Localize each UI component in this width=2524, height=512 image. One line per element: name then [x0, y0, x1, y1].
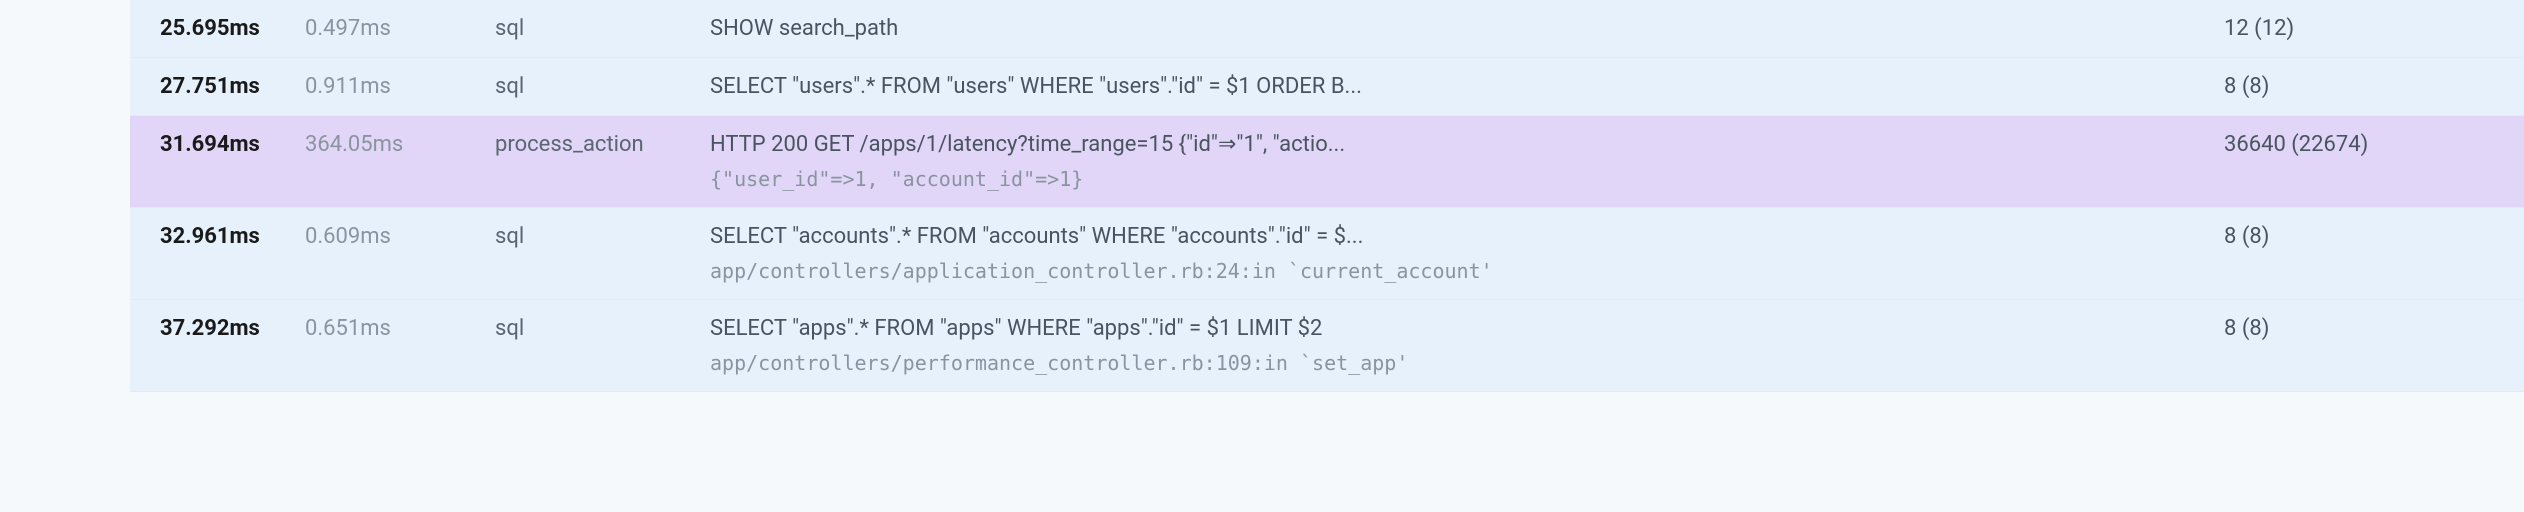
- duration: 364.05ms: [305, 132, 495, 157]
- start-time: 31.694ms: [130, 132, 305, 157]
- count: 8 (8): [2224, 316, 2524, 341]
- count: 8 (8): [2224, 74, 2524, 99]
- desc-primary: SELECT "accounts".* FROM "accounts" WHER…: [710, 224, 2204, 249]
- desc-secondary: app/controllers/performance_controller.r…: [710, 351, 2204, 375]
- desc-primary: SHOW search_path: [710, 16, 2204, 41]
- start-time: 37.292ms: [130, 316, 305, 341]
- count: 8 (8): [2224, 224, 2524, 249]
- category: sql: [495, 16, 710, 41]
- description: SELECT "accounts".* FROM "accounts" WHER…: [710, 224, 2224, 283]
- duration: 0.497ms: [305, 16, 495, 41]
- desc-primary: SELECT "apps".* FROM "apps" WHERE "apps"…: [710, 316, 2204, 341]
- start-time: 32.961ms: [130, 224, 305, 249]
- category: sql: [495, 74, 710, 99]
- duration: 0.911ms: [305, 74, 495, 99]
- desc-secondary: app/controllers/application_controller.r…: [710, 259, 2204, 283]
- count: 36640 (22674): [2224, 132, 2524, 157]
- table-row[interactable]: 25.695ms 0.497ms sql SHOW search_path 12…: [130, 0, 2524, 58]
- trace-table: 25.695ms 0.497ms sql SHOW search_path 12…: [130, 0, 2524, 392]
- start-time: 27.751ms: [130, 74, 305, 99]
- table-row[interactable]: 27.751ms 0.911ms sql SELECT "users".* FR…: [130, 58, 2524, 116]
- category: sql: [495, 316, 710, 341]
- description: HTTP 200 GET /apps/1/latency?time_range=…: [710, 132, 2224, 191]
- category: sql: [495, 224, 710, 249]
- duration: 0.609ms: [305, 224, 495, 249]
- table-row[interactable]: 32.961ms 0.609ms sql SELECT "accounts".*…: [130, 208, 2524, 300]
- table-row[interactable]: 37.292ms 0.651ms sql SELECT "apps".* FRO…: [130, 300, 2524, 392]
- description: SELECT "apps".* FROM "apps" WHERE "apps"…: [710, 316, 2224, 375]
- desc-secondary: {"user_id"=>1, "account_id"=>1}: [710, 167, 2204, 191]
- description: SHOW search_path: [710, 16, 2224, 41]
- desc-primary: HTTP 200 GET /apps/1/latency?time_range=…: [710, 132, 2204, 157]
- table-row[interactable]: 31.694ms 364.05ms process_action HTTP 20…: [130, 116, 2524, 208]
- start-time: 25.695ms: [130, 16, 305, 41]
- category: process_action: [495, 132, 710, 157]
- desc-primary: SELECT "users".* FROM "users" WHERE "use…: [710, 74, 2204, 99]
- description: SELECT "users".* FROM "users" WHERE "use…: [710, 74, 2224, 99]
- duration: 0.651ms: [305, 316, 495, 341]
- count: 12 (12): [2224, 16, 2524, 41]
